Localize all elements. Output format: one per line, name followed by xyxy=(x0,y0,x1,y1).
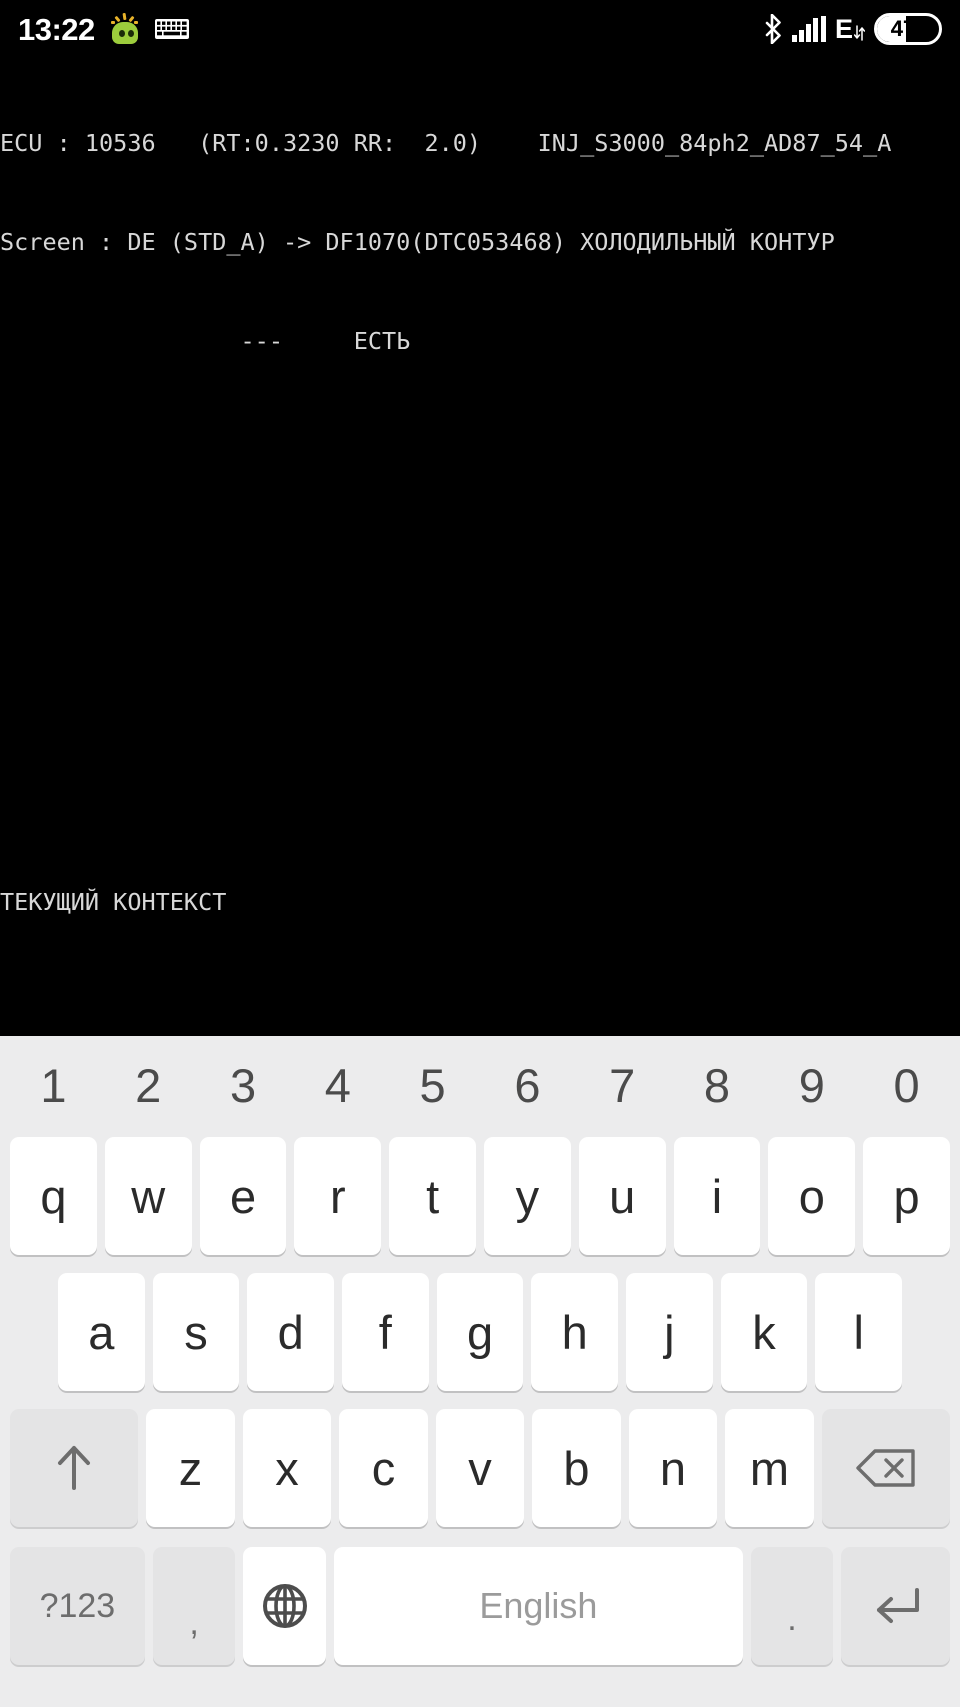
key-a[interactable]: a xyxy=(57,1273,145,1391)
key-r[interactable]: r xyxy=(294,1137,382,1255)
key-w[interactable]: w xyxy=(104,1137,192,1255)
key-6[interactable]: 6 xyxy=(480,1062,575,1109)
enter-key[interactable] xyxy=(841,1547,951,1665)
key-t[interactable]: t xyxy=(389,1137,476,1255)
key-p[interactable]: p xyxy=(863,1137,950,1255)
key-5[interactable]: 5 xyxy=(385,1062,480,1109)
terminal-section-title: ТЕКУЩИЙ КОНТЕКСТ xyxy=(0,888,227,916)
battery-percent-label: 47 xyxy=(890,16,916,41)
cell-signal-icon xyxy=(791,16,826,42)
shift-key[interactable] xyxy=(10,1409,139,1527)
key-q[interactable]: q xyxy=(10,1137,97,1255)
network-type-label: E xyxy=(834,13,853,44)
key-9[interactable]: 9 xyxy=(764,1062,859,1109)
keyboard-row-bottom-letters: z x c v b n m xyxy=(6,1400,954,1536)
key-d[interactable]: d xyxy=(247,1273,334,1391)
key-n[interactable]: n xyxy=(628,1409,718,1527)
key-l[interactable]: l xyxy=(815,1273,903,1391)
period-key[interactable]: . xyxy=(750,1547,834,1665)
key-1[interactable]: 1 xyxy=(6,1062,101,1109)
key-h[interactable]: h xyxy=(531,1273,619,1391)
phone-screen: 13:22 E 47 ECU: 10536 (RT:0.3230 RR: 2.… xyxy=(0,0,960,1707)
comma-key[interactable]: , xyxy=(152,1547,236,1665)
key-2[interactable]: 2 xyxy=(101,1062,196,1109)
key-3[interactable]: 3 xyxy=(196,1062,291,1109)
key-i[interactable]: i xyxy=(673,1137,761,1255)
keyboard-icon xyxy=(154,19,189,39)
globe-language-icon xyxy=(262,1584,307,1628)
terminal-output[interactable]: ECU : 10536 (RT:0.3230 RR: 2.0) INJ_S300… xyxy=(0,58,960,1036)
status-bar-right: E 47 xyxy=(763,13,942,45)
terminal-header-screen: Screen : DE (STD_A) -> DF1070(DTC053468)… xyxy=(0,228,835,256)
status-bar-left: 13:22 xyxy=(18,11,189,47)
bluetooth-icon xyxy=(765,14,781,44)
key-y[interactable]: y xyxy=(484,1137,571,1255)
keyboard-row-numbers: 1 2 3 4 5 6 7 8 9 0 xyxy=(6,1036,954,1128)
key-o[interactable]: o xyxy=(768,1137,856,1255)
status-bar: 13:22 E 47 xyxy=(0,0,960,58)
key-u[interactable]: u xyxy=(578,1137,666,1255)
key-4[interactable]: 4 xyxy=(290,1062,385,1109)
keyboard-row-home: a s d f g h j k l xyxy=(6,1264,954,1400)
key-8[interactable]: 8 xyxy=(670,1062,765,1109)
shift-arrow-up-icon xyxy=(58,1446,91,1490)
key-e[interactable]: e xyxy=(199,1137,287,1255)
key-f[interactable]: f xyxy=(342,1273,429,1391)
enter-return-icon xyxy=(876,1588,919,1623)
key-v[interactable]: v xyxy=(435,1409,525,1527)
keyboard-row-qwerty: q w e r t y u i o p xyxy=(6,1128,954,1264)
on-screen-keyboard[interactable]: 1 2 3 4 5 6 7 8 9 0 q w e r t y u i o p … xyxy=(0,1036,960,1707)
key-7[interactable]: 7 xyxy=(575,1062,670,1109)
key-x[interactable]: x xyxy=(242,1409,332,1527)
backspace-key[interactable] xyxy=(821,1409,950,1527)
battery-indicator: 47 xyxy=(874,13,942,45)
key-b[interactable]: b xyxy=(532,1409,621,1527)
edge-network-icon: E xyxy=(834,13,865,44)
backspace-icon xyxy=(856,1449,915,1487)
creature-app-icon xyxy=(108,12,142,45)
key-j[interactable]: j xyxy=(626,1273,713,1391)
key-s[interactable]: s xyxy=(152,1273,240,1391)
terminal-header-status: --- ЕСТЬ xyxy=(0,327,411,355)
space-key[interactable]: English xyxy=(334,1547,743,1665)
key-k[interactable]: k xyxy=(720,1273,808,1391)
language-switch-key[interactable] xyxy=(243,1547,326,1665)
data-transfer-arrows-icon xyxy=(854,24,865,41)
key-m[interactable]: m xyxy=(725,1409,814,1527)
terminal-header-ecu: ECU : 10536 (RT:0.3230 RR: 2.0) INJ_S300… xyxy=(0,129,892,157)
key-z[interactable]: z xyxy=(146,1409,235,1527)
key-g[interactable]: g xyxy=(436,1273,524,1391)
key-c[interactable]: c xyxy=(339,1409,428,1527)
keyboard-row-function: ?123 , English . xyxy=(6,1536,954,1676)
symbols-key[interactable]: ?123 xyxy=(10,1547,145,1665)
status-bar-clock: 13:22 xyxy=(18,11,95,47)
key-0[interactable]: 0 xyxy=(859,1062,954,1109)
